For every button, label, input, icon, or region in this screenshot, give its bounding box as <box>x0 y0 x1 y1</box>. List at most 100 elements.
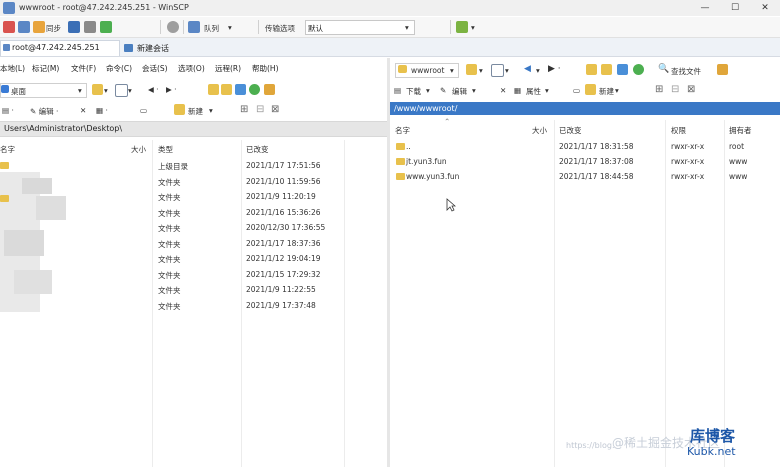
close-button[interactable]: ✕ <box>750 0 780 16</box>
forward-arrow-icon[interactable]: ▶ · <box>166 85 177 94</box>
menu-session[interactable]: 会话(S) <box>142 63 168 74</box>
globe-icon[interactable] <box>167 21 179 33</box>
folder-dropdown-icon[interactable]: ▾ <box>450 66 454 75</box>
menu-file[interactable]: 文件(F) <box>71 63 96 74</box>
properties-icon[interactable]: ▦ <box>514 86 521 95</box>
open-dropdown-icon[interactable]: ▾ <box>104 86 108 95</box>
edit-icon[interactable]: ✎ <box>440 86 446 95</box>
left-col-size[interactable]: 大小 <box>131 144 146 155</box>
preset-dropdown-icon[interactable]: ▾ <box>471 23 475 32</box>
open-folder-icon[interactable] <box>92 84 103 95</box>
maximize-button[interactable]: ☐ <box>720 0 750 16</box>
left-col-name[interactable]: 名字 <box>0 144 15 155</box>
right-col-changed[interactable]: 已改变 <box>559 125 582 136</box>
queue-dropdown-icon[interactable]: ▾ <box>228 23 232 32</box>
properties-dropdown-icon[interactable]: ▾ <box>545 86 549 95</box>
local-drive-value: 桌面 <box>11 87 26 96</box>
right-col-owner[interactable]: 拥有者 <box>729 125 752 136</box>
minimize-button[interactable]: — <box>690 0 720 16</box>
left-row-type: 文件夹 <box>158 271 181 280</box>
unselect-icon[interactable]: ⊟ <box>256 104 264 115</box>
right-col-size[interactable]: 大小 <box>532 125 547 136</box>
new-session-icon <box>124 44 133 52</box>
find-files-icon[interactable]: 🔍 <box>658 64 669 74</box>
delete-icon[interactable]: ✕ <box>80 106 86 115</box>
menu-local[interactable]: 本地(L) <box>0 63 25 74</box>
left-col-type[interactable]: 类型 <box>158 144 173 155</box>
delete-icon[interactable]: ✕ <box>500 86 506 95</box>
new-session-tab[interactable]: 新建会话 <box>137 43 169 54</box>
back-dropdown-icon[interactable]: ▾ <box>536 66 540 75</box>
parent-dir-icon[interactable] <box>208 84 219 95</box>
filter-icon[interactable] <box>115 84 128 97</box>
local-panel-icon[interactable] <box>3 21 15 33</box>
sync-icon[interactable] <box>33 21 45 33</box>
right-new-button[interactable]: 新建 <box>599 86 614 97</box>
home-icon[interactable] <box>235 84 246 95</box>
settings-icon[interactable] <box>84 21 96 33</box>
chevron-down-icon[interactable]: ▾ <box>405 23 409 32</box>
download-button[interactable]: 下载 <box>406 86 421 97</box>
download-dropdown-icon[interactable]: ▾ <box>426 86 430 95</box>
bookmark-icon[interactable] <box>264 84 275 95</box>
back-arrow-icon[interactable]: ◀ <box>524 64 531 74</box>
menu-remote[interactable]: 远程(R) <box>215 63 241 74</box>
properties-button[interactable]: 属性 <box>526 86 541 97</box>
new-folder-icon[interactable] <box>174 104 185 115</box>
menu-mark[interactable]: 标记(M) <box>32 63 59 74</box>
root-dir-icon[interactable] <box>601 64 612 75</box>
right-col-name[interactable]: 名字 <box>395 125 410 136</box>
parent-dir-icon[interactable] <box>586 64 597 75</box>
open-dropdown-icon[interactable]: ▾ <box>479 66 483 75</box>
upload-button[interactable]: ▤ · <box>2 106 14 115</box>
refresh-icon[interactable] <box>249 84 260 95</box>
filter-select-icon[interactable]: ⊠ <box>687 84 695 95</box>
filter-dropdown-icon[interactable]: ▾ <box>128 86 132 95</box>
terminal-icon[interactable] <box>68 21 80 33</box>
open-folder-icon[interactable] <box>466 64 477 75</box>
new-folder-icon[interactable] <box>585 84 596 95</box>
forward-arrow-icon[interactable]: ▶ · <box>548 64 561 74</box>
find-files-button[interactable]: 查找文件 <box>671 66 701 77</box>
filter-icon[interactable] <box>491 64 504 77</box>
root-dir-icon[interactable] <box>221 84 232 95</box>
select-all-icon[interactable]: ⊞ <box>655 84 663 95</box>
menu-command[interactable]: 命令(C) <box>106 63 132 74</box>
right-col-permissions[interactable]: 权限 <box>671 125 686 136</box>
right-row-name[interactable]: jt.yun3.fun <box>406 157 447 166</box>
folder-icon <box>398 65 407 73</box>
edit-dropdown-icon[interactable]: ▾ <box>472 86 476 95</box>
panel-divider[interactable] <box>387 58 390 467</box>
unselect-icon[interactable]: ⊟ <box>671 84 679 95</box>
home-icon[interactable] <box>617 64 628 75</box>
preset-icon[interactable] <box>456 21 468 33</box>
properties-icon[interactable]: ▦ · <box>96 106 108 115</box>
preferences-icon[interactable] <box>100 21 112 33</box>
new-dropdown-icon[interactable]: ▾ <box>209 106 213 115</box>
queue-button[interactable]: 队列 <box>204 23 219 34</box>
bookmark-icon[interactable] <box>717 64 728 75</box>
filter-dropdown-icon[interactable]: ▾ <box>505 66 509 75</box>
table-row[interactable] <box>393 140 553 154</box>
left-col-changed[interactable]: 已改变 <box>246 144 269 155</box>
back-arrow-icon[interactable]: ◀ · <box>148 85 159 94</box>
menu-help[interactable]: 帮助(H) <box>252 63 279 74</box>
edit-button[interactable]: ✎ 编辑 · <box>30 106 58 117</box>
filter-select-icon[interactable]: ⊠ <box>271 104 279 115</box>
compare-icon[interactable] <box>18 21 30 33</box>
rename-icon[interactable]: ▭ <box>140 106 147 115</box>
left-new-button[interactable]: 新建 <box>188 106 203 117</box>
download-icon[interactable]: ▤ <box>394 86 401 95</box>
new-dropdown-icon[interactable]: ▾ <box>615 86 619 95</box>
rename-icon[interactable]: ▭ <box>573 86 580 95</box>
refresh-icon[interactable] <box>633 64 644 75</box>
queue-icon[interactable] <box>188 21 200 33</box>
menu-options[interactable]: 选项(O) <box>178 63 205 74</box>
left-row-type: 文件夹 <box>158 255 181 264</box>
desktop-icon <box>1 85 9 93</box>
select-all-icon[interactable]: ⊞ <box>240 104 248 115</box>
edit-button[interactable]: 编辑 <box>452 86 467 97</box>
drive-dropdown-icon[interactable]: ▾ <box>78 86 82 95</box>
sync-button[interactable]: 同步 <box>46 23 61 34</box>
right-row-name[interactable]: www.yun3.fun <box>406 172 459 181</box>
